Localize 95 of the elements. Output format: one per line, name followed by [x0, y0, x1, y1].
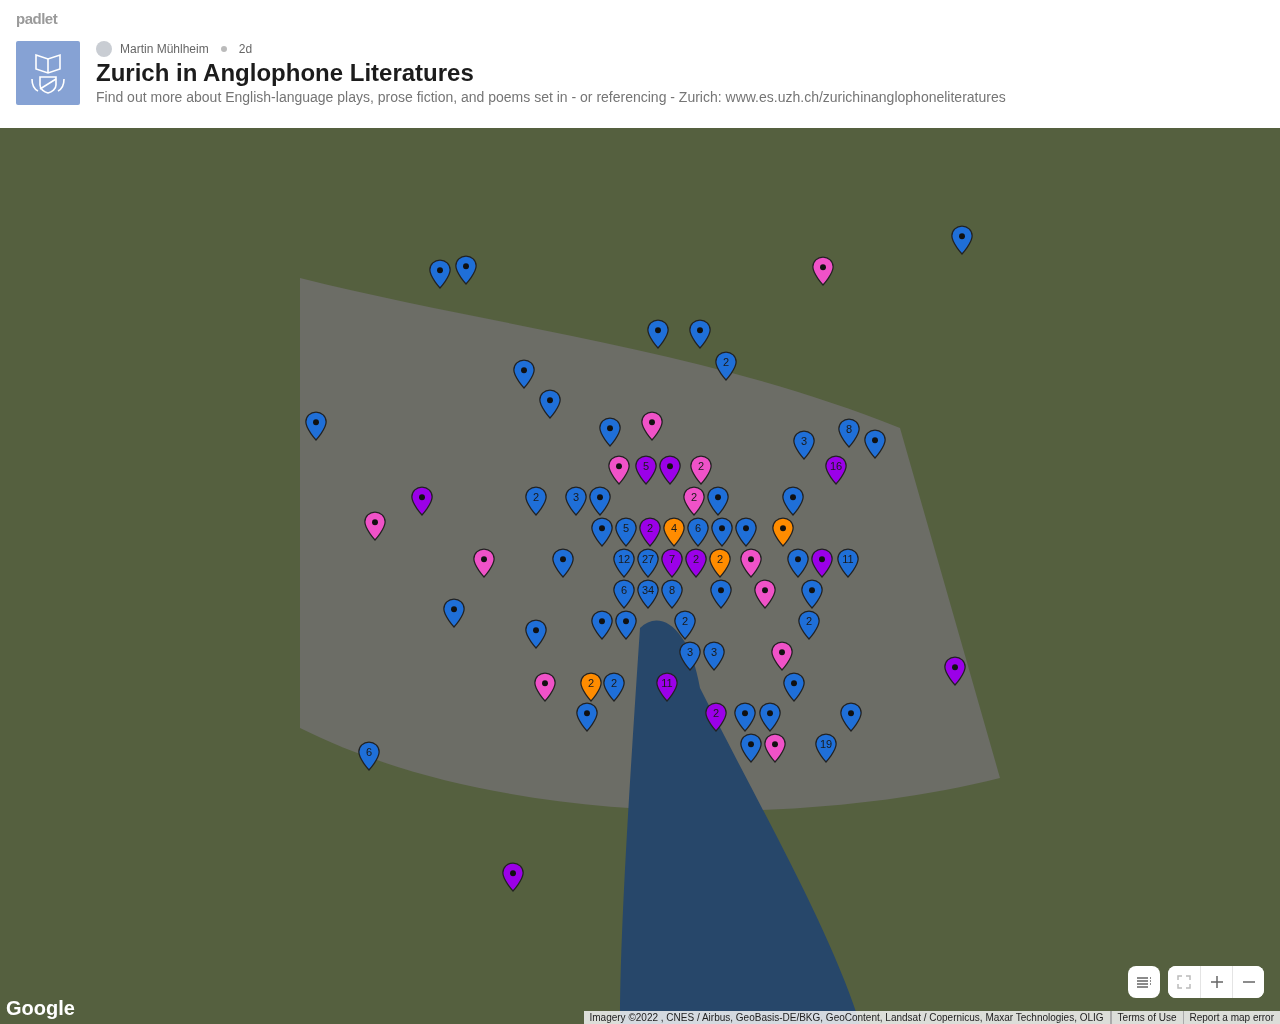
map-attribution: Imagery ©2022 , CNES / Airbus, GeoBasis-DE/BKG, GeoContent, Landsat / Copernicus, Maxar Technologies, OLIG: [583, 1011, 1111, 1024]
map-pin[interactable]: [647, 319, 669, 349]
map-pin[interactable]: 11: [656, 672, 678, 702]
map-pin[interactable]: [801, 579, 823, 609]
map-pin[interactable]: 2: [674, 610, 696, 640]
board-title: Zurich in Anglophone Literatures: [96, 59, 475, 87]
map-pin[interactable]: [513, 359, 535, 389]
map-pin[interactable]: [429, 259, 451, 289]
map-pin[interactable]: [589, 486, 611, 516]
map-pin[interactable]: 12: [613, 548, 635, 578]
map-pin[interactable]: [525, 619, 547, 649]
map-pin[interactable]: [710, 579, 732, 609]
map-pin[interactable]: 2: [705, 702, 727, 732]
map-pin[interactable]: 11: [837, 548, 859, 578]
map-pin[interactable]: [411, 486, 433, 516]
list-icon: [1136, 976, 1152, 988]
map-pin[interactable]: [812, 256, 834, 286]
map-pin[interactable]: [707, 486, 729, 516]
map-pin[interactable]: [473, 548, 495, 578]
map-pin[interactable]: 2: [580, 672, 602, 702]
map-pin[interactable]: 2: [683, 486, 705, 516]
map-pin[interactable]: 34: [637, 579, 659, 609]
map-provider-logo: Google: [6, 997, 75, 1020]
map-pin[interactable]: [783, 672, 805, 702]
terms-link[interactable]: Terms of Use: [1110, 1011, 1183, 1024]
map-pin[interactable]: 3: [793, 430, 815, 460]
map-pin[interactable]: [811, 548, 833, 578]
map-pin[interactable]: [641, 411, 663, 441]
map-pin[interactable]: [364, 511, 386, 541]
map-pin[interactable]: 2: [690, 455, 712, 485]
map-pin[interactable]: 6: [613, 579, 635, 609]
map-pin[interactable]: [782, 486, 804, 516]
plus-icon: [1210, 976, 1223, 988]
map-pin[interactable]: 19: [815, 733, 837, 763]
map-pin[interactable]: 2: [639, 517, 661, 547]
map-pin[interactable]: 27: [637, 548, 659, 578]
map-pin[interactable]: 2: [715, 351, 737, 381]
map-pin[interactable]: [771, 641, 793, 671]
map-pin[interactable]: [552, 548, 574, 578]
map-pin[interactable]: [305, 411, 327, 441]
map-pin[interactable]: [443, 598, 465, 628]
map-pin[interactable]: [864, 429, 886, 459]
map-pin[interactable]: [576, 702, 598, 732]
map-pin[interactable]: [534, 672, 556, 702]
map-pin[interactable]: 2: [525, 486, 547, 516]
map-pin[interactable]: [944, 656, 966, 686]
map-pin[interactable]: 6: [358, 741, 380, 771]
map-pin[interactable]: [689, 319, 711, 349]
map-pin[interactable]: [840, 702, 862, 732]
map-pin[interactable]: 8: [661, 579, 683, 609]
map-pin[interactable]: 2: [603, 672, 625, 702]
board-description: Find out more about English-language plays, prose fiction, and poems set in - or referencing - Zurich: www.es.uzh.ch/zurichinanglophoneliteratures: [96, 89, 1006, 105]
map-pin[interactable]: [787, 548, 809, 578]
map-pin[interactable]: 3: [565, 486, 587, 516]
map-pin[interactable]: [735, 517, 757, 547]
map-pin[interactable]: 2: [709, 548, 731, 578]
map-pin[interactable]: 5: [635, 455, 657, 485]
map-pin[interactable]: 3: [679, 641, 701, 671]
zoom-out-button[interactable]: [1232, 966, 1264, 998]
author-name: Martin Mühlheim: [120, 42, 209, 56]
map-pin[interactable]: 2: [685, 548, 707, 578]
map-pin[interactable]: [591, 610, 613, 640]
map-pin[interactable]: [455, 255, 477, 285]
post-age: 2d: [238, 42, 253, 56]
map-pin[interactable]: [711, 517, 733, 547]
minus-icon: [1242, 981, 1255, 983]
map-pin[interactable]: [591, 517, 613, 547]
map-pin[interactable]: 6: [687, 517, 709, 547]
avatar: [96, 41, 112, 57]
map-pin[interactable]: 8: [838, 418, 860, 448]
map-pin[interactable]: [615, 610, 637, 640]
map-pin[interactable]: 4: [663, 517, 685, 547]
map-pin[interactable]: 5: [615, 517, 637, 547]
map-pin[interactable]: 16: [825, 455, 847, 485]
map-pin[interactable]: [764, 733, 786, 763]
map-pin[interactable]: [759, 702, 781, 732]
padlet-logo[interactable]: padlet: [16, 10, 58, 27]
legend-button[interactable]: [1128, 966, 1160, 998]
map-pin[interactable]: [740, 548, 762, 578]
separator-dot: [220, 46, 227, 52]
map-pin[interactable]: [599, 417, 621, 447]
map-pin[interactable]: [539, 389, 561, 419]
map-pin[interactable]: [740, 733, 762, 763]
fullscreen-icon: [1177, 975, 1191, 989]
report-error-link[interactable]: Report a map error: [1182, 1011, 1280, 1024]
map-pin[interactable]: [659, 455, 681, 485]
crest-book-icon: [28, 51, 68, 95]
map-pin[interactable]: 7: [661, 548, 683, 578]
map-pin[interactable]: [951, 225, 973, 255]
map-pin[interactable]: 2: [798, 610, 820, 640]
map-pin[interactable]: [772, 517, 794, 547]
map-pin[interactable]: [734, 702, 756, 732]
map-pin[interactable]: 3: [703, 641, 725, 671]
map-pin[interactable]: [754, 579, 776, 609]
map-pin[interactable]: [608, 455, 630, 485]
